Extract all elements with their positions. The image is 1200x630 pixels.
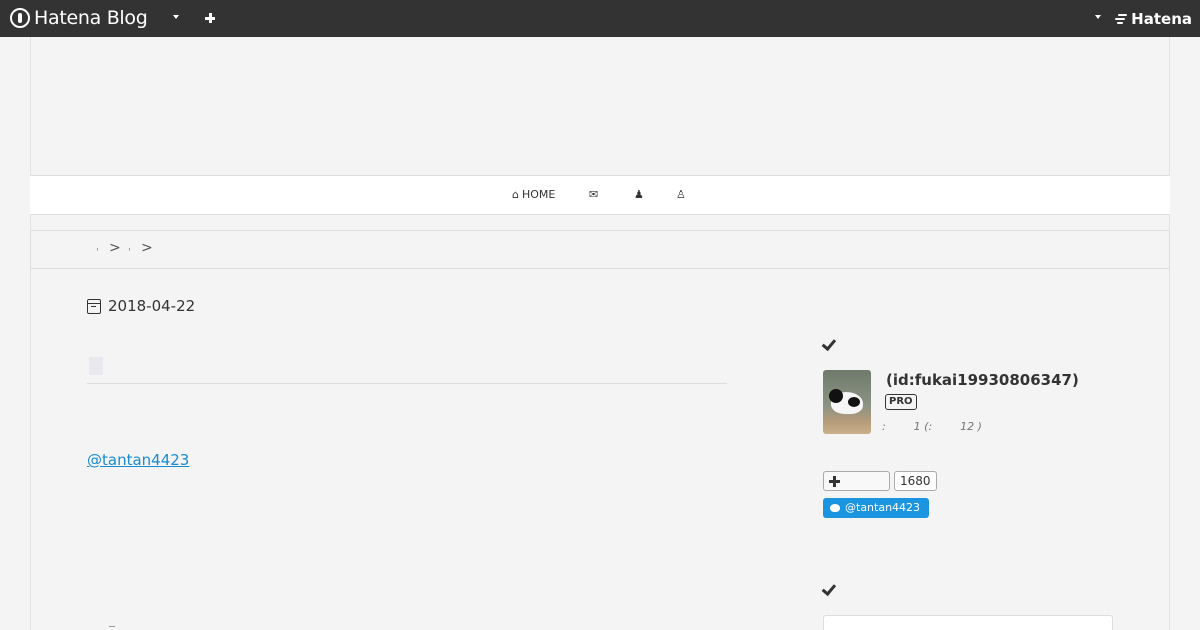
entry-date-text: 2018-04-22 xyxy=(108,297,196,315)
calendar-icon xyxy=(87,298,101,314)
cat-spot xyxy=(848,397,860,407)
profile-meta: : 1 (: 12 ) xyxy=(882,420,982,433)
hatena-blog-logo-icon xyxy=(10,8,30,28)
check-icon xyxy=(823,337,838,349)
new-post-plus-icon[interactable] xyxy=(203,11,217,25)
content-frame xyxy=(30,37,1170,630)
bookmark-count[interactable]: 1680 xyxy=(894,471,937,491)
entry-date[interactable]: 2018-04-22 xyxy=(87,297,195,315)
user-group-icon[interactable]: ♟ xyxy=(634,188,644,201)
blog-menu-caret-icon[interactable] xyxy=(173,15,179,19)
entry-body-text xyxy=(109,626,115,630)
envelope-icon[interactable]: ✉ xyxy=(589,188,598,201)
nav-home-link[interactable]: ⌂ HOME xyxy=(512,188,555,201)
bookmark-plus-icon xyxy=(829,476,840,487)
breadcrumb: ˌ > ˌ > xyxy=(30,230,1170,269)
logo-text: Hatena Blog xyxy=(34,7,148,29)
hatena-brand-link[interactable]: Hatena xyxy=(1114,10,1192,28)
home-icon: ⌂ xyxy=(512,188,519,201)
twitter-mention-link[interactable]: @tantan4423 xyxy=(87,451,189,469)
profile-id[interactable]: (id:fukai19930806347) xyxy=(886,371,1079,389)
breadcrumb-separator: > xyxy=(109,240,121,256)
person-icon[interactable]: ♙ xyxy=(676,188,686,201)
nav-home-label: HOME xyxy=(521,188,556,201)
hatena-blog-logo[interactable]: Hatena Blog xyxy=(10,7,148,29)
user-menu-caret-icon[interactable] xyxy=(1095,15,1101,19)
hatena-brand-text: Hatena xyxy=(1131,10,1192,28)
bookmark-add-button[interactable] xyxy=(823,471,890,491)
breadcrumb-separator: > xyxy=(141,240,153,256)
title-divider xyxy=(87,383,727,384)
sidebar-module-box xyxy=(823,615,1113,630)
twitter-follow-button[interactable]: @tantan4423 xyxy=(823,498,929,518)
breadcrumb-link-1[interactable]: ˌ xyxy=(96,241,99,252)
twitter-bird-icon xyxy=(829,503,841,513)
avatar[interactable] xyxy=(823,370,871,434)
cat-spot xyxy=(829,389,843,403)
entry-title[interactable] xyxy=(89,357,103,375)
breadcrumb-link-2[interactable]: ˌ xyxy=(128,241,131,252)
global-header: Hatena Blog Hatena xyxy=(0,0,1200,37)
pro-badge: PRO xyxy=(885,394,917,410)
check-icon xyxy=(823,582,838,594)
twitter-follow-label: @tantan4423 xyxy=(845,501,921,514)
blog-nav: ⌂ HOME ✉ ♟ ♙ xyxy=(30,175,1170,215)
hatena-mark-icon xyxy=(1114,13,1128,25)
